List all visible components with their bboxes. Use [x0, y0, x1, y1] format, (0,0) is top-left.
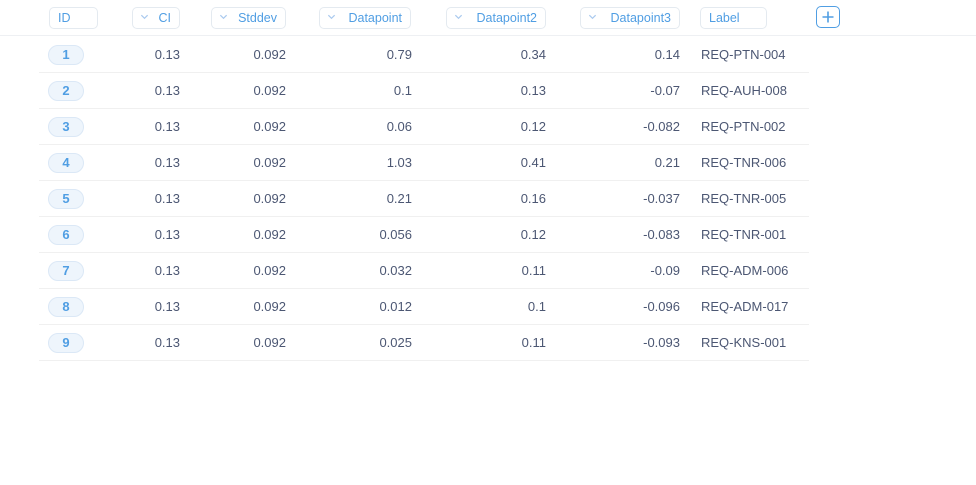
cell-stddev: 0.092: [253, 335, 286, 350]
cell-datapoint2: 0.34: [520, 47, 546, 62]
cell-datapoint: 0.056: [379, 227, 412, 242]
cell-label: REQ-TNR-006: [701, 155, 787, 170]
cell-datapoint: 1.03: [386, 155, 412, 170]
column-header-label: Datapoint2: [476, 11, 537, 25]
cell-label: REQ-PTN-002: [701, 119, 786, 134]
column-header-datapoint2[interactable]: Datapoint2: [446, 7, 546, 29]
table-row: 6 0.13 0.092 0.056 0.12 -0.083 REQ-TNR-0…: [39, 217, 809, 253]
cell-datapoint2: 0.11: [521, 263, 546, 278]
cell-stddev: 0.092: [253, 227, 286, 242]
cell-datapoint: 0.012: [379, 299, 412, 314]
cell-stddev: 0.092: [253, 155, 286, 170]
column-header-label: Datapoint3: [610, 11, 671, 25]
cell-datapoint2: 0.12: [520, 227, 546, 242]
cell-ci: 0.13: [154, 227, 180, 242]
table-row: 5 0.13 0.092 0.21 0.16 -0.037 REQ-TNR-00…: [39, 181, 809, 217]
column-header-datapoint3[interactable]: Datapoint3: [580, 7, 680, 29]
cell-datapoint: 0.1: [393, 83, 412, 98]
cell-datapoint: 0.21: [386, 191, 412, 206]
add-column-button[interactable]: [816, 6, 840, 28]
row-id-pill[interactable]: 5: [48, 189, 84, 209]
cell-datapoint: 0.06: [386, 119, 412, 134]
column-header-id[interactable]: ID: [49, 7, 98, 29]
row-id-pill[interactable]: 8: [48, 297, 84, 317]
cell-datapoint2: 0.41: [520, 155, 546, 170]
column-header-label[interactable]: Label: [700, 7, 767, 29]
cell-datapoint3: 0.21: [654, 155, 680, 170]
table-row: 2 0.13 0.092 0.1 0.13 -0.07 REQ-AUH-008: [39, 73, 809, 109]
cell-label: REQ-ADM-006: [701, 263, 789, 278]
row-id-pill[interactable]: 7: [48, 261, 84, 281]
cell-datapoint3: 0.14: [654, 47, 680, 62]
column-header-datapoint[interactable]: Datapoint: [319, 7, 411, 29]
cell-label: REQ-TNR-001: [701, 227, 787, 242]
cell-datapoint2: 0.13: [520, 83, 546, 98]
cell-datapoint3: -0.09: [650, 263, 680, 278]
column-header-ci[interactable]: CI: [132, 7, 180, 29]
row-id-pill[interactable]: 2: [48, 81, 84, 101]
row-id-pill[interactable]: 1: [48, 45, 84, 65]
table-row: 7 0.13 0.092 0.032 0.11 -0.09 REQ-ADM-00…: [39, 253, 809, 289]
cell-ci: 0.13: [154, 83, 180, 98]
cell-datapoint2: 0.12: [520, 119, 546, 134]
column-header-label-text: Label: [709, 11, 740, 25]
cell-datapoint2: 0.11: [521, 335, 546, 350]
chevron-down-icon: [219, 14, 228, 20]
chevron-down-icon: [588, 14, 597, 20]
cell-label: REQ-PTN-004: [701, 47, 786, 62]
table-row: 3 0.13 0.092 0.06 0.12 -0.082 REQ-PTN-00…: [39, 109, 809, 145]
column-header-label: CI: [158, 11, 172, 25]
cell-label: REQ-TNR-005: [701, 191, 787, 206]
cell-datapoint2: 0.1: [527, 299, 546, 314]
cell-label: REQ-ADM-017: [701, 299, 789, 314]
chevron-down-icon: [140, 14, 149, 20]
cell-ci: 0.13: [154, 299, 180, 314]
table-view: ID CI Stddev Datapoint Datapoint2 Datapo…: [0, 0, 976, 485]
row-id-pill[interactable]: 4: [48, 153, 84, 173]
row-id-pill[interactable]: 6: [48, 225, 84, 245]
table-row: 1 0.13 0.092 0.79 0.34 0.14 REQ-PTN-004: [39, 37, 809, 73]
cell-stddev: 0.092: [253, 47, 286, 62]
table-row: 4 0.13 0.092 1.03 0.41 0.21 REQ-TNR-006: [39, 145, 809, 181]
row-id-pill[interactable]: 9: [48, 333, 84, 353]
table-row: 9 0.13 0.092 0.025 0.11 -0.093 REQ-KNS-0…: [39, 325, 809, 361]
cell-ci: 0.13: [154, 263, 180, 278]
cell-label: REQ-KNS-001: [701, 335, 787, 350]
cell-datapoint3: -0.037: [643, 191, 680, 206]
cell-datapoint: 0.032: [379, 263, 412, 278]
cell-datapoint3: -0.07: [650, 83, 680, 98]
cell-datapoint3: -0.082: [643, 119, 680, 134]
cell-ci: 0.13: [154, 155, 180, 170]
chevron-down-icon: [327, 14, 336, 20]
cell-stddev: 0.092: [253, 119, 286, 134]
cell-label: REQ-AUH-008: [701, 83, 787, 98]
plus-icon: [822, 11, 834, 23]
row-id-pill[interactable]: 3: [48, 117, 84, 137]
column-header-label: Datapoint: [348, 11, 402, 25]
cell-ci: 0.13: [154, 47, 180, 62]
cell-ci: 0.13: [154, 119, 180, 134]
chevron-down-icon: [454, 14, 463, 20]
cell-stddev: 0.092: [253, 191, 286, 206]
cell-datapoint3: -0.096: [643, 299, 680, 314]
header-divider: [0, 35, 976, 36]
cell-ci: 0.13: [154, 335, 180, 350]
cell-ci: 0.13: [154, 191, 180, 206]
cell-datapoint3: -0.083: [643, 227, 680, 242]
cell-datapoint: 0.025: [379, 335, 412, 350]
cell-stddev: 0.092: [253, 83, 286, 98]
cell-datapoint3: -0.093: [643, 335, 680, 350]
column-header-label: ID: [58, 11, 71, 25]
cell-datapoint: 0.79: [386, 47, 412, 62]
column-header-label: Stddev: [238, 11, 277, 25]
table-row: 8 0.13 0.092 0.012 0.1 -0.096 REQ-ADM-01…: [39, 289, 809, 325]
column-header-stddev[interactable]: Stddev: [211, 7, 286, 29]
cell-stddev: 0.092: [253, 263, 286, 278]
cell-datapoint2: 0.16: [520, 191, 546, 206]
cell-stddev: 0.092: [253, 299, 286, 314]
